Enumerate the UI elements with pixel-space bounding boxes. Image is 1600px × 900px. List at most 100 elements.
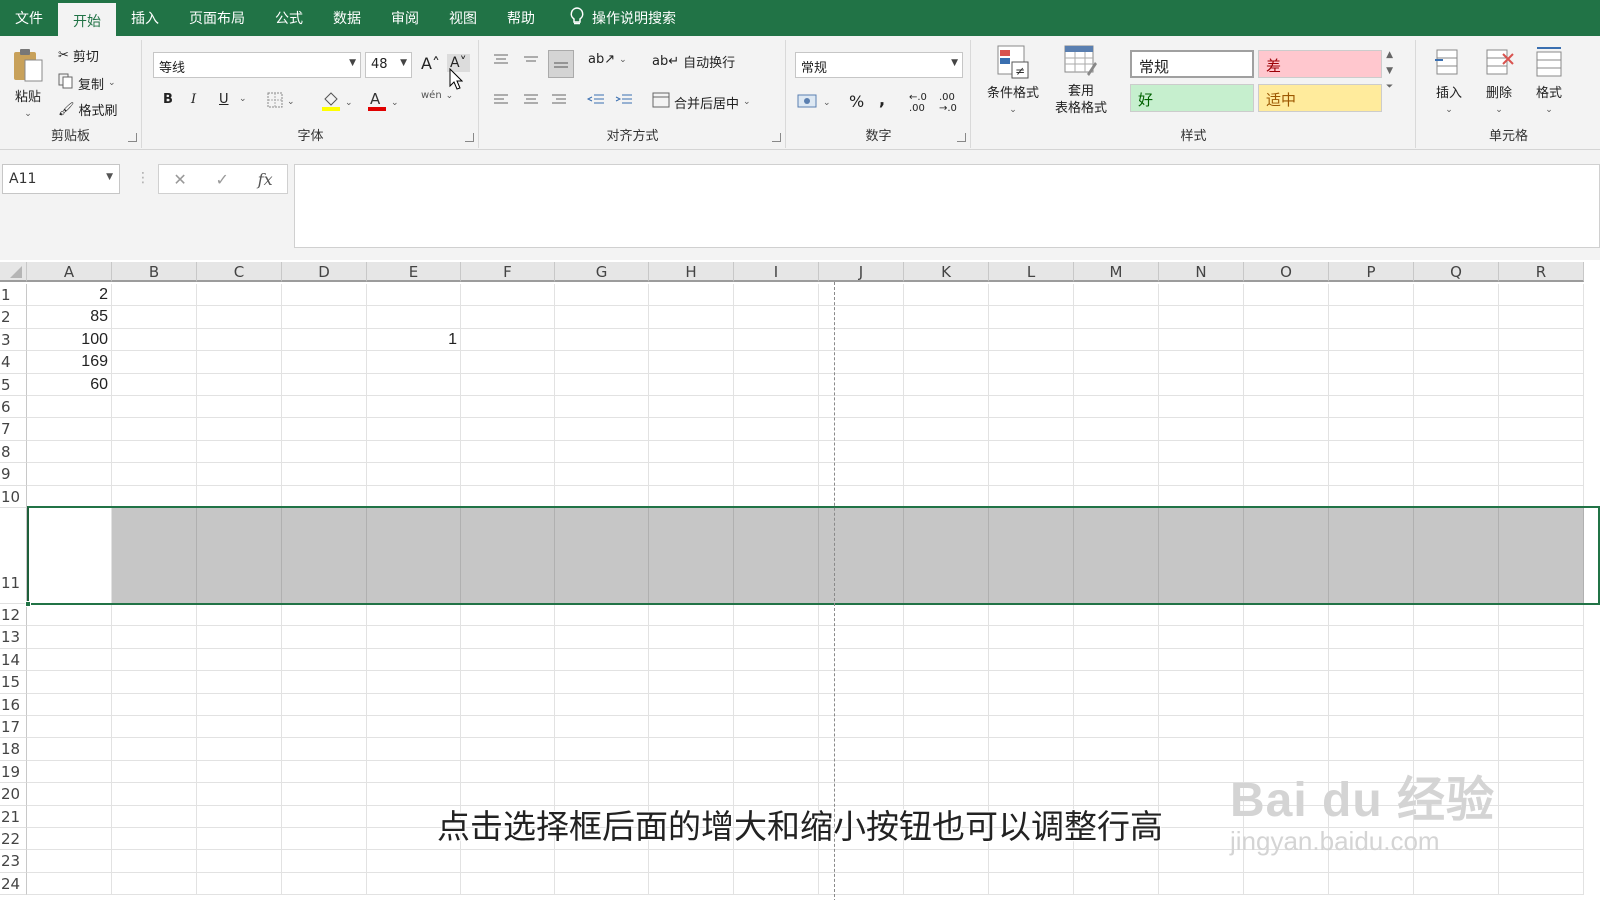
format-painter-button[interactable]: 🖌 格式刷 <box>58 100 118 119</box>
cell-M19[interactable] <box>1074 760 1159 784</box>
cell-F6[interactable] <box>461 396 555 419</box>
cell-E11[interactable] <box>367 508 461 604</box>
cell-H1[interactable] <box>649 284 734 307</box>
cell-I24[interactable] <box>734 872 819 896</box>
cell-A19[interactable] <box>27 760 112 784</box>
cell-I23[interactable] <box>734 850 819 873</box>
cell-C15[interactable] <box>197 671 282 694</box>
tab-view[interactable]: 视图 <box>434 0 492 36</box>
cell-J24[interactable] <box>819 872 904 896</box>
cell-K13[interactable] <box>904 626 989 649</box>
cell-N4[interactable] <box>1159 351 1244 374</box>
cell-H16[interactable] <box>649 693 734 716</box>
cell-R14[interactable] <box>1499 648 1584 672</box>
row-header-6[interactable]: 6 <box>0 396 27 419</box>
cell-O16[interactable] <box>1244 693 1329 716</box>
cell-F18[interactable] <box>461 738 555 761</box>
cell-G2[interactable] <box>555 306 649 329</box>
cell-H13[interactable] <box>649 626 734 649</box>
cell-I12[interactable] <box>734 604 819 627</box>
row-header-12[interactable]: 12 <box>0 604 27 627</box>
column-header-F[interactable]: F <box>461 262 555 282</box>
cell-K8[interactable] <box>904 440 989 464</box>
cell-C7[interactable] <box>197 418 282 441</box>
cell-B13[interactable] <box>112 626 197 649</box>
cell-M3[interactable] <box>1074 328 1159 352</box>
cell-D6[interactable] <box>282 396 367 419</box>
cell-M10[interactable] <box>1074 485 1159 508</box>
cell-R16[interactable] <box>1499 693 1584 716</box>
cell-E10[interactable] <box>367 485 461 508</box>
cell-N10[interactable] <box>1159 485 1244 508</box>
cell-J4[interactable] <box>819 351 904 374</box>
cell-K9[interactable] <box>904 463 989 486</box>
column-header-G[interactable]: G <box>555 262 649 282</box>
cell-R24[interactable] <box>1499 872 1584 896</box>
cell-B8[interactable] <box>112 440 197 464</box>
column-header-P[interactable]: P <box>1329 262 1414 282</box>
cell-E24[interactable] <box>367 872 461 896</box>
cell-A9[interactable] <box>27 463 112 486</box>
cell-I4[interactable] <box>734 351 819 374</box>
cell-N8[interactable] <box>1159 440 1244 464</box>
cell-D14[interactable] <box>282 648 367 672</box>
cell-L3[interactable] <box>989 328 1074 352</box>
cell-N17[interactable] <box>1159 716 1244 739</box>
cell-D8[interactable] <box>282 440 367 464</box>
cell-D7[interactable] <box>282 418 367 441</box>
cell-D1[interactable] <box>282 284 367 307</box>
cell-O14[interactable] <box>1244 648 1329 672</box>
cell-D2[interactable] <box>282 306 367 329</box>
dialog-launcher-icon[interactable] <box>772 133 781 142</box>
cell-H9[interactable] <box>649 463 734 486</box>
cell-G11[interactable] <box>555 508 649 604</box>
cell-N7[interactable] <box>1159 418 1244 441</box>
cell-R23[interactable] <box>1499 850 1584 873</box>
cell-Q8[interactable] <box>1414 440 1499 464</box>
decrease-indent-button[interactable] <box>586 92 606 112</box>
cell-G6[interactable] <box>555 396 649 419</box>
wrap-text-button[interactable]: ab↵ 自动换行 <box>652 52 735 71</box>
cell-F7[interactable] <box>461 418 555 441</box>
cell-E6[interactable] <box>367 396 461 419</box>
cell-C23[interactable] <box>197 850 282 873</box>
cell-A4[interactable]: 169 <box>27 351 112 374</box>
cell-H8[interactable] <box>649 440 734 464</box>
cell-I11[interactable] <box>734 508 819 604</box>
cell-N18[interactable] <box>1159 738 1244 761</box>
cell-M12[interactable] <box>1074 604 1159 627</box>
row-header-8[interactable]: 8 <box>0 440 27 464</box>
row-header-9[interactable]: 9 <box>0 463 27 486</box>
cell-H3[interactable] <box>649 328 734 352</box>
cell-B18[interactable] <box>112 738 197 761</box>
cell-G3[interactable] <box>555 328 649 352</box>
cell-R8[interactable] <box>1499 440 1584 464</box>
insert-function-icon[interactable]: fx <box>258 170 273 189</box>
cell-M1[interactable] <box>1074 284 1159 307</box>
cell-A8[interactable] <box>27 440 112 464</box>
cell-E17[interactable] <box>367 716 461 739</box>
cell-R1[interactable] <box>1499 284 1584 307</box>
paste-button[interactable]: 粘贴 ⌄ <box>8 46 48 123</box>
cell-C18[interactable] <box>197 738 282 761</box>
cell-J8[interactable] <box>819 440 904 464</box>
cell-Q11[interactable] <box>1414 508 1499 604</box>
cell-P16[interactable] <box>1329 693 1414 716</box>
tell-me-search[interactable]: 操作说明搜索 <box>570 0 676 36</box>
cell-Q5[interactable] <box>1414 373 1499 396</box>
cell-H12[interactable] <box>649 604 734 627</box>
cell-Q13[interactable] <box>1414 626 1499 649</box>
formula-input[interactable] <box>294 164 1600 248</box>
cell-B15[interactable] <box>112 671 197 694</box>
cell-P4[interactable] <box>1329 351 1414 374</box>
row-header-16[interactable]: 16 <box>0 693 27 716</box>
cell-J11[interactable] <box>819 508 904 604</box>
cell-B7[interactable] <box>112 418 197 441</box>
cell-I10[interactable] <box>734 485 819 508</box>
cell-A13[interactable] <box>27 626 112 649</box>
cell-C1[interactable] <box>197 284 282 307</box>
borders-button[interactable]: ⌄ <box>267 92 295 112</box>
cell-A6[interactable] <box>27 396 112 419</box>
cell-A12[interactable] <box>27 604 112 627</box>
cell-J15[interactable] <box>819 671 904 694</box>
